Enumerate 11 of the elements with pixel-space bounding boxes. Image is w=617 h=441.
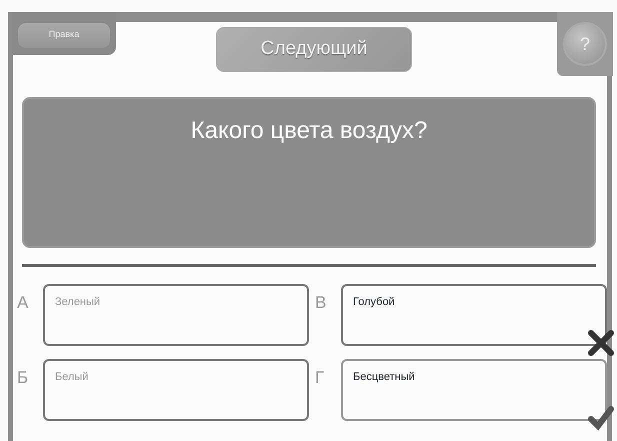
answer-letter: В: [315, 292, 328, 314]
answer-box[interactable]: Белый: [43, 359, 309, 421]
next-button[interactable]: Следующий: [216, 27, 412, 72]
answer-box[interactable]: Зеленый: [43, 284, 309, 346]
answer-box[interactable]: Голубой: [341, 284, 607, 346]
question-panel: Какого цвета воздух?: [22, 97, 596, 248]
answer-box[interactable]: Бесцветный: [341, 359, 607, 421]
answer-letter: А: [17, 292, 30, 314]
answer-letter: Б: [17, 367, 30, 389]
answer-letter: Г: [315, 367, 326, 389]
help-button[interactable]: ?: [557, 12, 613, 76]
